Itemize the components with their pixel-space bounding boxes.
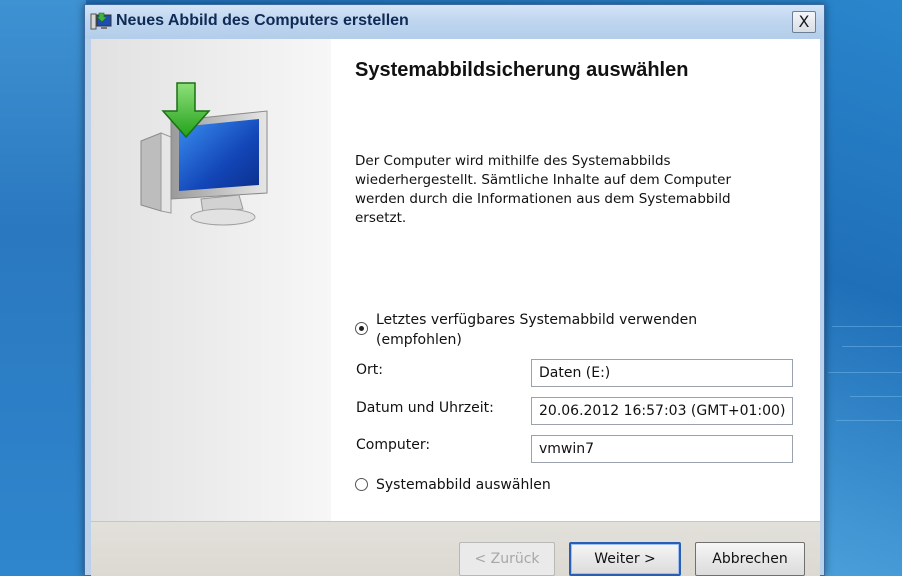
page-heading: Systemabbildsicherung auswählen (355, 59, 689, 81)
wizard-footer: < Zurück Weiter > Abbrechen (91, 521, 820, 576)
radio-latest-label-line1[interactable]: Letztes verfügbares Systemabbild verwend… (376, 312, 697, 328)
title-bar[interactable]: Neues Abbild des Computers erstellen X (85, 5, 824, 39)
next-button[interactable]: Weiter > (569, 542, 681, 576)
datetime-field: 20.06.2012 16:57:03 (GMT+01:00) (531, 397, 793, 425)
illustration-panel (91, 39, 331, 521)
desktop-line (828, 372, 902, 373)
desktop-line (836, 420, 902, 421)
wizard-content: Systemabbildsicherung auswählen Der Comp… (91, 39, 820, 521)
monitor-with-green-arrow-icon (140, 82, 268, 226)
cancel-button[interactable]: Abbrechen (695, 542, 805, 576)
desktop-background-left (0, 0, 86, 576)
radio-select-image[interactable] (355, 478, 368, 491)
radio-select-label[interactable]: Systemabbild auswählen (376, 477, 551, 493)
window-title: Neues Abbild des Computers erstellen (116, 12, 409, 29)
desktop-background-right (822, 0, 902, 576)
datetime-label: Datum und Uhrzeit: (356, 400, 494, 416)
desktop-line (832, 326, 902, 327)
close-button[interactable]: X (792, 11, 816, 33)
radio-latest-label-line2[interactable]: (empfohlen) (376, 332, 462, 348)
desktop-line (842, 346, 902, 347)
computer-label: Computer: (356, 437, 431, 453)
location-field: Daten (E:) (531, 359, 793, 387)
page-description: Der Computer wird mithilfe des Systemabb… (355, 153, 732, 226)
back-button[interactable]: < Zurück (459, 542, 555, 576)
radio-latest-image[interactable] (355, 322, 368, 335)
restore-wizard-window: Neues Abbild des Computers erstellen X S… (84, 4, 825, 576)
computer-restore-icon (90, 12, 112, 30)
computer-field: vmwin7 (531, 435, 793, 463)
location-label: Ort: (356, 362, 383, 378)
desktop-line (850, 396, 902, 397)
